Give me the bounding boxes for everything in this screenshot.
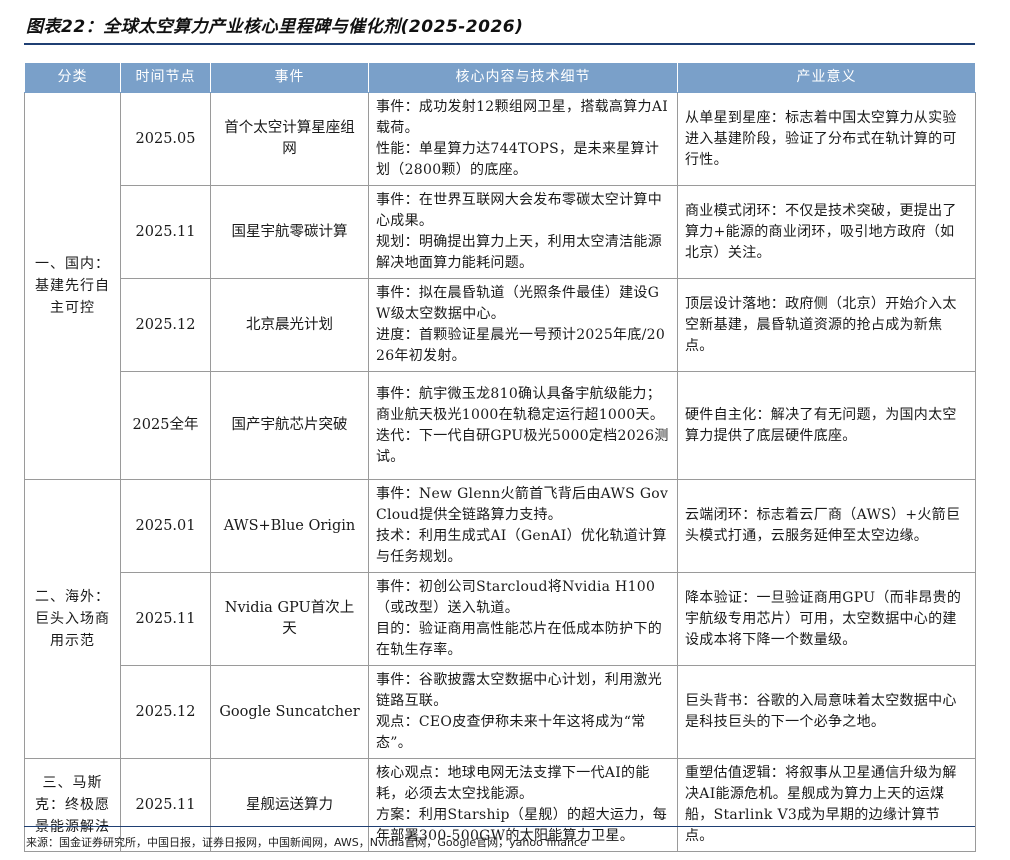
footer-divider [24,826,975,827]
table-row: 2025.11 Nvidia GPU首次上天 事件：初创公司Starcloud将… [25,572,976,666]
content-line: 迭代：下一代自研GPU极光5000定档2026测试。 [376,427,669,465]
content-cell: 事件：New Glenn火箭首飞背后由AWS Gov Cloud提供全链路算力支… [368,479,678,573]
content-line: 事件：成功发射12颗组网卫星，搭载高算力AI载荷。 [376,99,669,136]
content-line: 事件：New Glenn火箭首飞背后由AWS Gov Cloud提供全链路算力支… [376,486,669,523]
event-cell: 北京晨光计划 [210,278,369,372]
time-cell: 2025.11 [120,572,211,666]
content-line: 事件：拟在晨昏轨道（光照条件最佳）建设GW级太空数据中心。 [376,285,660,322]
content-cell: 事件：成功发射12颗组网卫星，搭载高算力AI载荷。 性能：单星算力达744TOP… [368,92,678,186]
event-cell: 国产宇航芯片突破 [210,371,369,480]
content-line: 事件：在世界互联网大会发布零碳太空计算中心成果。 [376,192,662,229]
content-line: 规划：明确提出算力上天，利用太空清洁能源解决地面算力能耗问题。 [376,234,662,271]
table-row: 2025.11 国星宇航零碳计算 事件：在世界互联网大会发布零碳太空计算中心成果… [25,185,976,279]
significance-cell: 重塑估值逻辑：将叙事从卫星通信升级为解决AI能源危机。星舰成为算力上天的运煤船，… [677,758,976,852]
header-significance: 产业意义 [677,62,976,93]
header-time: 时间节点 [120,62,211,93]
content-line: 技术：利用生成式AI（GenAI）优化轨道计算与任务规划。 [376,528,667,565]
content-line: 事件：初创公司Starcloud将Nvidia H100（或改型）送入轨道。 [376,579,656,616]
significance-cell: 降本验证：一旦验证商用GPU（而非昂贵的宇航级专用芯片）可用，太空数据中心的建设… [677,572,976,666]
header-content: 核心内容与技术细节 [368,62,678,93]
significance-cell: 从单星到星座：标志着中国太空算力从实验进入基建阶段，验证了分布式在轨计算的可行性… [677,92,976,186]
content-line: 事件：航宇微玉龙810确认具备宇航级能力；商业航天极光1000在轨稳定运行超10… [376,385,665,423]
content-cell: 事件：谷歌披露太空数据中心计划，利用激光链路互联。 观点：CEO皮查伊称未来十年… [368,665,678,759]
category-label: 二、海外：巨头入场商用示范 [35,589,110,649]
content-cell: 事件：航宇微玉龙810确认具备宇航级能力；商业航天极光1000在轨稳定运行超10… [368,371,678,480]
significance-cell: 云端闭环：标志着云厂商（AWS）+火箭巨头模式打通，云服务延伸至太空边缘。 [677,479,976,573]
content-line: 核心观点：地球电网无法支撑下一代AI的能耗，必须去太空找能源。 [376,765,650,802]
significance-cell: 硬件自主化：解决了有无问题，为国内太空算力提供了底层硬件底座。 [677,371,976,480]
table-row: 2025全年 国产宇航芯片突破 事件：航宇微玉龙810确认具备宇航级能力；商业航… [25,371,976,480]
milestone-table: 分类 时间节点 事件 核心内容与技术细节 产业意义 一、国内：基建先行自主可控 … [24,62,976,852]
time-cell: 2025.11 [120,185,211,279]
content-line: 事件：谷歌披露太空数据中心计划，利用激光链路互联。 [376,672,662,709]
event-cell: 国星宇航零碳计算 [210,185,369,279]
content-line: 进度：首颗验证星晨光一号预计2025年底/2026年初发射。 [376,327,666,364]
event-cell: Google Suncatcher [210,665,369,759]
table-row: 2025.12 Google Suncatcher 事件：谷歌披露太空数据中心计… [25,665,976,759]
table-header-row: 分类 时间节点 事件 核心内容与技术细节 产业意义 [24,62,976,93]
header-event: 事件 [210,62,369,93]
time-cell: 2025.01 [120,479,211,573]
source-note: 来源：国金证券研究所，中国日报，证券日报网，中国新闻网，AWS，Nvidia官网… [26,836,587,849]
table-row: 2025.12 北京晨光计划 事件：拟在晨昏轨道（光照条件最佳）建设GW级太空数… [25,278,976,372]
significance-cell: 巨头背书：谷歌的入局意味着太空数据中心是科技巨头的下一个必争之地。 [677,665,976,759]
content-cell: 事件：初创公司Starcloud将Nvidia H100（或改型）送入轨道。 目… [368,572,678,666]
header-category: 分类 [24,62,121,93]
category-overseas: 二、海外：巨头入场商用示范 [24,479,121,759]
category-label: 一、国内：基建先行自主可控 [35,256,110,316]
time-cell: 2025.12 [120,665,211,759]
table-row: 二、海外：巨头入场商用示范 2025.01 AWS+Blue Origin 事件… [24,479,976,759]
title-divider [24,43,975,45]
time-cell: 2025.05 [120,92,211,186]
significance-cell: 顶层设计落地：政府侧（北京）开始介入太空新基建，晨昏轨道资源的抢占成为新焦点。 [677,278,976,372]
significance-cell: 商业模式闭环：不仅是技术突破，更提出了算力+能源的商业闭环，吸引地方政府（如北京… [677,185,976,279]
content-cell: 事件：拟在晨昏轨道（光照条件最佳）建设GW级太空数据中心。 进度：首颗验证星晨光… [368,278,678,372]
event-cell: Nvidia GPU首次上天 [210,572,369,666]
category-domestic: 一、国内：基建先行自主可控 [24,92,121,480]
content-line: 观点：CEO皮查伊称未来十年这将成为“常态”。 [376,714,646,751]
figure-title: 图表22：全球太空算力产业核心里程碑与催化剂(2025-2026) [26,17,524,37]
time-cell: 2025.12 [120,278,211,372]
time-cell: 2025全年 [120,371,211,480]
content-line: 目的：验证商用高性能芯片在低成本防护下的在轨生存率。 [376,621,662,658]
event-cell: AWS+Blue Origin [210,479,369,573]
content-line: 性能：单星算力达744TOPS，是未来星算计划（2800颗）的底座。 [376,141,660,178]
content-cell: 事件：在世界互联网大会发布零碳太空计算中心成果。 规划：明确提出算力上天，利用太… [368,185,678,279]
table-row: 一、国内：基建先行自主可控 2025.05 首个太空计算星座组网 事件：成功发射… [24,92,976,480]
event-cell: 首个太空计算星座组网 [210,92,369,186]
